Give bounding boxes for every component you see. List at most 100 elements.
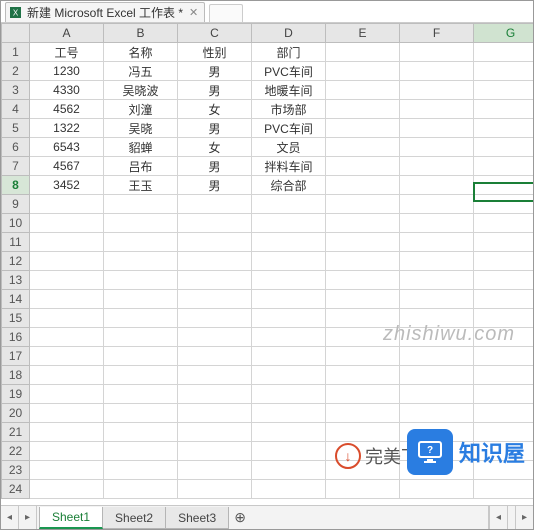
cell-F20[interactable]: [400, 404, 474, 423]
row-header-8[interactable]: 8: [2, 176, 30, 195]
cell-B5[interactable]: 吴晓: [104, 119, 178, 138]
cell-C5[interactable]: 男: [178, 119, 252, 138]
cell-D18[interactable]: [252, 366, 326, 385]
cell-F18[interactable]: [400, 366, 474, 385]
cell-C20[interactable]: [178, 404, 252, 423]
cell-F22[interactable]: [400, 442, 474, 461]
close-icon[interactable]: ✕: [189, 6, 198, 19]
col-header-E[interactable]: E: [326, 24, 400, 43]
cell-C6[interactable]: 女: [178, 138, 252, 157]
row-header-6[interactable]: 6: [2, 138, 30, 157]
cell-E19[interactable]: [326, 385, 400, 404]
cell-D7[interactable]: 拌料车间: [252, 157, 326, 176]
sheet-tab-sheet3[interactable]: Sheet3: [165, 507, 229, 529]
cell-F12[interactable]: [400, 252, 474, 271]
horizontal-scrollbar[interactable]: ◂ ▸: [488, 506, 533, 529]
cell-C18[interactable]: [178, 366, 252, 385]
cell-E3[interactable]: [326, 81, 400, 100]
cell-B4[interactable]: 刘潼: [104, 100, 178, 119]
cell-F10[interactable]: [400, 214, 474, 233]
cell-G20[interactable]: [474, 404, 534, 423]
col-header-B[interactable]: B: [104, 24, 178, 43]
cell-D6[interactable]: 文员: [252, 138, 326, 157]
cell-G10[interactable]: [474, 214, 534, 233]
row-header-14[interactable]: 14: [2, 290, 30, 309]
cell-E12[interactable]: [326, 252, 400, 271]
cell-G12[interactable]: [474, 252, 534, 271]
cell-D10[interactable]: [252, 214, 326, 233]
cell-A13[interactable]: [30, 271, 104, 290]
cell-F19[interactable]: [400, 385, 474, 404]
row-header-11[interactable]: 11: [2, 233, 30, 252]
cell-G1[interactable]: [474, 43, 534, 62]
spreadsheet-grid[interactable]: ABCDEFG1工号名称性别部门21230冯五男PVC车间34330吴晓波男地暖…: [1, 23, 533, 505]
cell-A24[interactable]: [30, 480, 104, 499]
row-header-21[interactable]: 21: [2, 423, 30, 442]
cell-E11[interactable]: [326, 233, 400, 252]
cell-B19[interactable]: [104, 385, 178, 404]
row-header-22[interactable]: 22: [2, 442, 30, 461]
cell-E8[interactable]: [326, 176, 400, 195]
row-header-24[interactable]: 24: [2, 480, 30, 499]
cell-B2[interactable]: 冯五: [104, 62, 178, 81]
cell-G17[interactable]: [474, 347, 534, 366]
row-header-10[interactable]: 10: [2, 214, 30, 233]
cell-B17[interactable]: [104, 347, 178, 366]
cell-G16[interactable]: [474, 328, 534, 347]
cell-C13[interactable]: [178, 271, 252, 290]
cell-D15[interactable]: [252, 309, 326, 328]
cell-F9[interactable]: [400, 195, 474, 214]
cell-B20[interactable]: [104, 404, 178, 423]
cell-A20[interactable]: [30, 404, 104, 423]
cell-B22[interactable]: [104, 442, 178, 461]
cell-D11[interactable]: [252, 233, 326, 252]
cell-C1[interactable]: 性别: [178, 43, 252, 62]
cell-A11[interactable]: [30, 233, 104, 252]
cell-C11[interactable]: [178, 233, 252, 252]
row-header-7[interactable]: 7: [2, 157, 30, 176]
cell-E24[interactable]: [326, 480, 400, 499]
cell-D8[interactable]: 综合部: [252, 176, 326, 195]
cell-B3[interactable]: 吴晓波: [104, 81, 178, 100]
cell-C2[interactable]: 男: [178, 62, 252, 81]
cell-A8[interactable]: 3452: [30, 176, 104, 195]
sheet-nav-prev[interactable]: ▸: [19, 506, 37, 529]
cell-F21[interactable]: [400, 423, 474, 442]
cell-E2[interactable]: [326, 62, 400, 81]
cell-D17[interactable]: [252, 347, 326, 366]
cell-F23[interactable]: [400, 461, 474, 480]
sheet-tab-sheet2[interactable]: Sheet2: [102, 507, 166, 529]
cell-D1[interactable]: 部门: [252, 43, 326, 62]
cell-E22[interactable]: [326, 442, 400, 461]
cell-E21[interactable]: [326, 423, 400, 442]
new-tab-button[interactable]: [209, 4, 243, 22]
row-header-1[interactable]: 1: [2, 43, 30, 62]
cell-D9[interactable]: [252, 195, 326, 214]
row-header-12[interactable]: 12: [2, 252, 30, 271]
cell-C9[interactable]: [178, 195, 252, 214]
cell-A4[interactable]: 4562: [30, 100, 104, 119]
cell-F13[interactable]: [400, 271, 474, 290]
cell-E1[interactable]: [326, 43, 400, 62]
cell-B9[interactable]: [104, 195, 178, 214]
cell-E13[interactable]: [326, 271, 400, 290]
cell-B24[interactable]: [104, 480, 178, 499]
cell-E7[interactable]: [326, 157, 400, 176]
cell-D21[interactable]: [252, 423, 326, 442]
cell-G15[interactable]: [474, 309, 534, 328]
cell-D19[interactable]: [252, 385, 326, 404]
cell-C23[interactable]: [178, 461, 252, 480]
cell-E15[interactable]: [326, 309, 400, 328]
col-header-G[interactable]: G: [474, 24, 534, 43]
col-header-A[interactable]: A: [30, 24, 104, 43]
cell-E9[interactable]: [326, 195, 400, 214]
cell-F16[interactable]: [400, 328, 474, 347]
row-header-16[interactable]: 16: [2, 328, 30, 347]
cell-G14[interactable]: [474, 290, 534, 309]
cell-G2[interactable]: [474, 62, 534, 81]
cell-D5[interactable]: PVC车间: [252, 119, 326, 138]
cell-D24[interactable]: [252, 480, 326, 499]
cell-B16[interactable]: [104, 328, 178, 347]
row-header-18[interactable]: 18: [2, 366, 30, 385]
cell-D3[interactable]: 地暖车间: [252, 81, 326, 100]
